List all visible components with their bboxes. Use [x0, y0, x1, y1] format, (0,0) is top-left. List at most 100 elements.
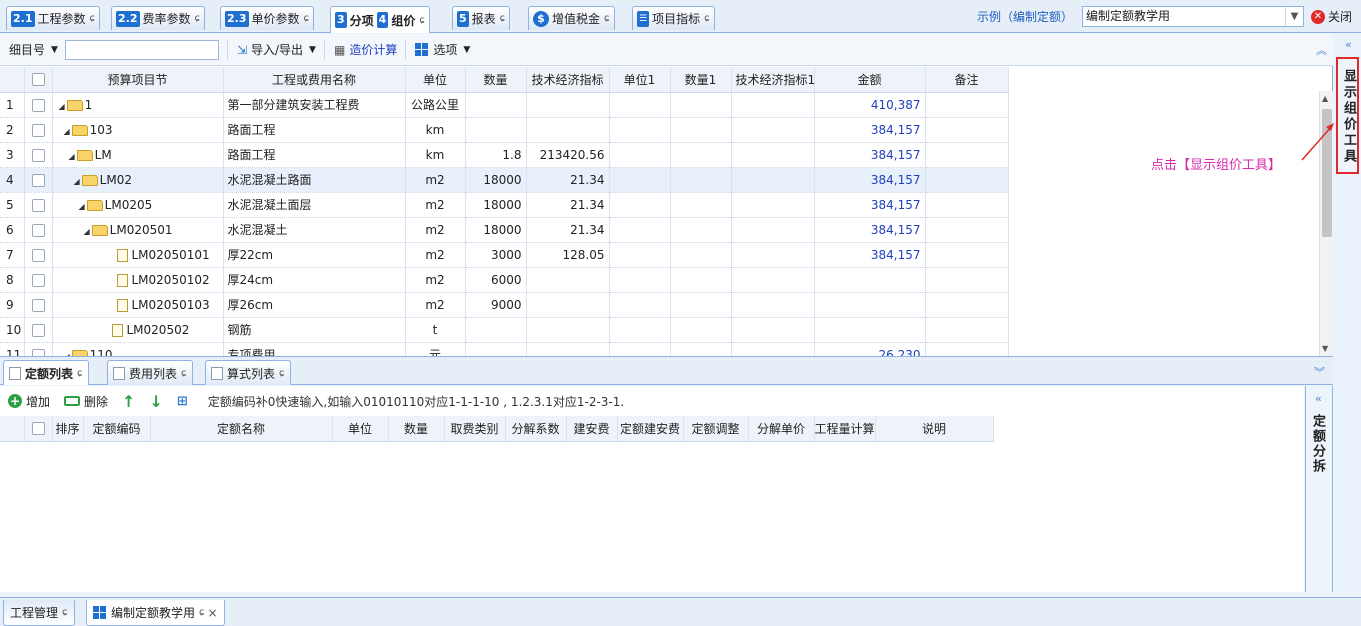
table-row[interactable]: 11 ◢ 110 专项费用元 26,230	[0, 342, 1009, 356]
quantity1-cell[interactable]	[670, 142, 732, 168]
unit1-cell[interactable]	[609, 267, 671, 293]
amount-cell[interactable]: 384,157	[814, 192, 926, 218]
unit1-cell[interactable]	[609, 317, 671, 343]
column-header[interactable]: 排序	[52, 416, 84, 442]
row-checkbox-cell[interactable]	[24, 142, 53, 168]
tech-index-cell[interactable]: 213420.56	[526, 142, 610, 168]
add-button[interactable]: + 增加	[8, 393, 50, 410]
quantity1-cell[interactable]	[670, 117, 732, 143]
expand-left-icon[interactable]: «	[1315, 392, 1322, 405]
close-tab-icon[interactable]: ×	[208, 606, 218, 620]
quantity1-cell[interactable]	[670, 317, 732, 343]
expand-left-icon[interactable]: «	[1345, 38, 1352, 51]
calc-button[interactable]: ▦ 造价计算	[334, 41, 397, 58]
name-cell[interactable]: 钢筋	[223, 317, 406, 343]
detail-input[interactable]	[64, 39, 219, 60]
table-row[interactable]: 4 ◢ LM02 水泥混凝土路面 m2 18000 21.34 384,157	[0, 167, 1009, 193]
table-row[interactable]: 2 ◢ 103 路面工程 km 384,157	[0, 117, 1009, 143]
column-header[interactable]: 定额编码	[83, 416, 151, 442]
move-down-icon[interactable]: ↓	[149, 392, 162, 411]
name-cell[interactable]: 第一部分建筑安装工程费	[223, 92, 406, 118]
quantity-cell[interactable]: 3000	[465, 242, 527, 268]
checkbox[interactable]	[31, 348, 45, 356]
tech-index-cell[interactable]	[526, 342, 610, 356]
amount-cell[interactable]	[814, 317, 926, 343]
tech-index-cell[interactable]: 21.34	[526, 192, 610, 218]
pin-icon[interactable]: ɕ	[195, 13, 201, 24]
quantity-cell[interactable]: 1.8	[465, 142, 527, 168]
unit-cell[interactable]: m2	[405, 217, 466, 243]
unit-cell[interactable]: m2	[405, 167, 466, 193]
tech-index1-cell[interactable]	[731, 267, 815, 293]
tech-index1-cell[interactable]	[731, 192, 815, 218]
code-cell[interactable]: LM020502	[52, 317, 224, 343]
table-row[interactable]: 5 ◢ LM0205 水泥混凝土面层 m2 18000 21.34 384,157	[0, 192, 1009, 218]
code-cell[interactable]: ◢ 103	[52, 117, 224, 143]
tab-fee-list[interactable]: 费用列表 ɕ	[107, 360, 193, 385]
quantity1-cell[interactable]	[670, 92, 732, 118]
amount-cell[interactable]: 384,157	[814, 242, 926, 268]
scroll-up-icon[interactable]: ▲	[1322, 94, 1328, 103]
name-cell[interactable]: 水泥混凝土路面	[223, 167, 406, 193]
unit1-cell[interactable]	[609, 217, 671, 243]
tech-index-cell[interactable]	[526, 292, 610, 318]
quantity1-cell[interactable]	[670, 167, 732, 193]
checkbox[interactable]	[31, 422, 45, 436]
quantity1-cell[interactable]	[670, 217, 732, 243]
collapse-up-icon[interactable]: ︽	[1316, 42, 1327, 58]
pin-icon[interactable]: ɕ	[604, 13, 610, 24]
remark-cell[interactable]	[925, 167, 1009, 193]
amount-cell[interactable]: 26,230	[814, 342, 926, 356]
amount-cell[interactable]: 384,157	[814, 217, 926, 243]
column-header[interactable]: 工程或费用名称	[223, 67, 406, 93]
remark-cell[interactable]	[925, 242, 1009, 268]
remark-cell[interactable]	[925, 117, 1009, 143]
quantity1-cell[interactable]	[670, 292, 732, 318]
quantity-cell[interactable]	[465, 117, 527, 143]
amount-cell[interactable]: 384,157	[814, 117, 926, 143]
table-row[interactable]: 8 LM02050102 厚24cm m2 6000	[0, 267, 1009, 293]
unit-cell[interactable]: km	[405, 117, 466, 143]
unit-cell[interactable]: 元	[405, 342, 466, 356]
tech-index1-cell[interactable]	[731, 92, 815, 118]
checkbox[interactable]	[31, 198, 45, 212]
column-header[interactable]: 技术经济指标	[526, 67, 610, 93]
tab-project-management[interactable]: 工程管理 ɕ	[3, 600, 75, 626]
pin-icon[interactable]: ɕ	[77, 368, 83, 379]
quantity-cell[interactable]: 18000	[465, 192, 527, 218]
tech-index1-cell[interactable]	[731, 317, 815, 343]
collapse-down-icon[interactable]: ︾	[1314, 364, 1325, 380]
tree-icon[interactable]: ⊞	[177, 394, 188, 409]
quantity-cell[interactable]	[465, 317, 527, 343]
tab-unit-price-params[interactable]: 2.3 单价参数 ɕ	[220, 6, 315, 30]
close-button[interactable]: ✕ 关闭	[1311, 8, 1352, 25]
tech-index-cell[interactable]	[526, 92, 610, 118]
column-header[interactable]: 数量1	[670, 67, 732, 93]
quantity-cell[interactable]: 6000	[465, 267, 527, 293]
column-header[interactable]: 备注	[925, 67, 1009, 93]
pin-icon[interactable]: ɕ	[704, 13, 710, 24]
column-header[interactable]: 取费类别	[444, 416, 506, 442]
unit-cell[interactable]: t	[405, 317, 466, 343]
column-header[interactable]: 数量	[388, 416, 445, 442]
amount-cell[interactable]: 410,387	[814, 92, 926, 118]
column-header[interactable]: 建安费	[566, 416, 618, 442]
row-checkbox-cell[interactable]	[24, 342, 53, 356]
name-cell[interactable]: 水泥混凝土面层	[223, 192, 406, 218]
expand-icon[interactable]: ◢	[74, 177, 80, 186]
column-header[interactable]: 定额名称	[150, 416, 333, 442]
checkbox[interactable]	[31, 98, 45, 112]
tab-formula-list[interactable]: 算式列表 ɕ	[205, 360, 291, 385]
unit1-cell[interactable]	[609, 117, 671, 143]
tab-project-index[interactable]: ☰ 项目指标 ɕ	[632, 6, 715, 30]
unit1-cell[interactable]	[609, 192, 671, 218]
unit1-cell[interactable]	[609, 92, 671, 118]
quantity-cell[interactable]: 18000	[465, 167, 527, 193]
checkbox[interactable]	[31, 123, 45, 137]
unit-cell[interactable]: km	[405, 142, 466, 168]
tab-project-params[interactable]: 2.1 工程参数 ɕ	[6, 6, 101, 30]
checkbox[interactable]	[31, 248, 45, 262]
remark-cell[interactable]	[925, 317, 1009, 343]
code-cell[interactable]: LM02050102	[52, 267, 224, 293]
name-cell[interactable]: 厚24cm	[223, 267, 406, 293]
